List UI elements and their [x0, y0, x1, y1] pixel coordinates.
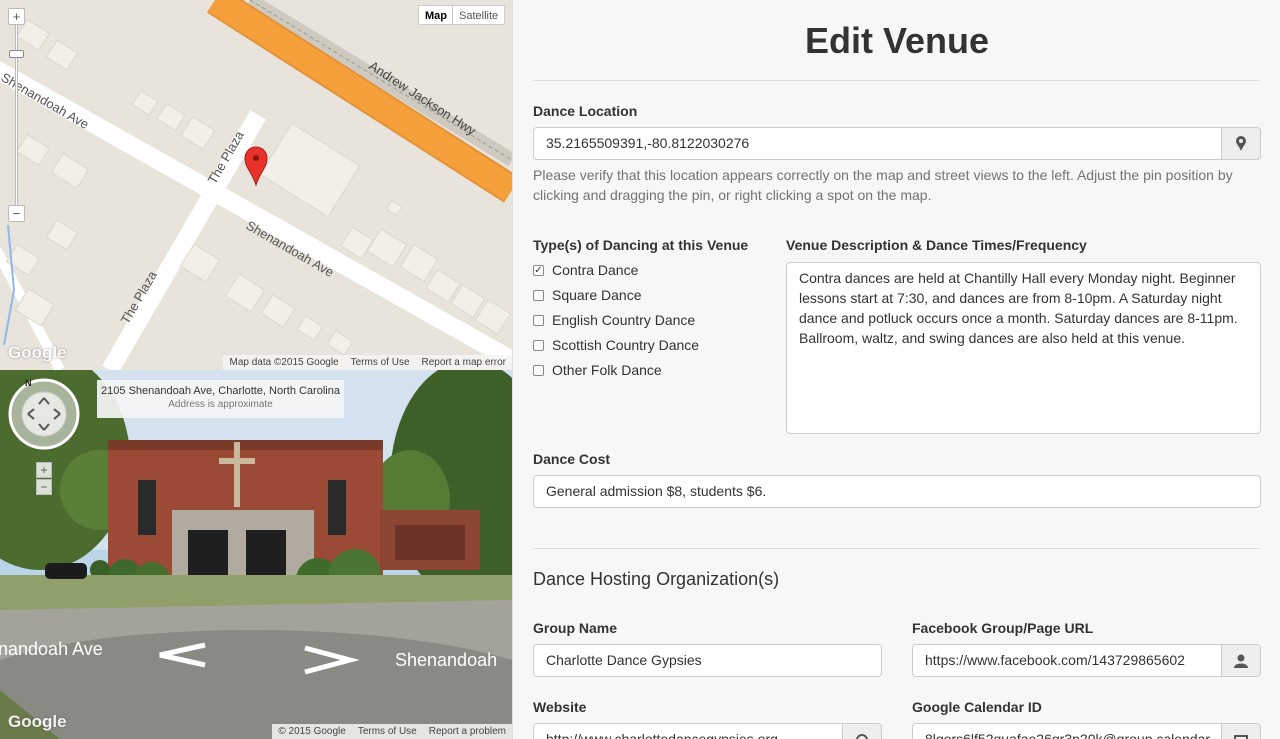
compass-control[interactable]: N	[8, 378, 80, 450]
checkbox-label: Scottish Country Dance	[552, 337, 700, 353]
facebook-input[interactable]: https://www.facebook.com/143729865602	[912, 644, 1223, 677]
terms-link[interactable]: Terms of Use	[351, 357, 410, 368]
website-input[interactable]: http://www.charlottedancegypsies.org	[533, 723, 844, 739]
location-label: Dance Location	[533, 103, 638, 119]
report-problem-link[interactable]: Report a problem	[429, 726, 506, 737]
map-zoom-out-button[interactable]: −	[8, 205, 25, 222]
calendar-icon	[1234, 734, 1248, 739]
location-help-text: Please verify that this location appears…	[533, 167, 1233, 203]
checkbox-icon[interactable]	[533, 314, 544, 326]
checkbox-icon[interactable]	[533, 364, 544, 376]
street-view-road-label: Shenandoah	[395, 650, 497, 670]
map-type-button[interactable]: Map	[418, 5, 454, 25]
street-view-road-label: nandoah Ave	[0, 639, 103, 659]
location-input[interactable]: 35.2165509391,-80.8122030276	[533, 127, 1223, 160]
checkbox-icon[interactable]: ✓	[533, 264, 544, 276]
checkbox-english-country-dance[interactable]: English Country Dance	[533, 312, 695, 328]
google-logo[interactable]: Google	[8, 712, 67, 732]
sv-zoom-in-button[interactable]: +	[36, 462, 52, 478]
street-view[interactable]: nandoah Ave Shenandoah N + − 2105 Shenan…	[0, 370, 512, 739]
sv-zoom-out-button[interactable]: −	[36, 479, 52, 495]
zoom-slider-handle[interactable]	[9, 50, 24, 58]
checkbox-scottish-country-dance[interactable]: Scottish Country Dance	[533, 337, 699, 353]
website-addon-button[interactable]	[842, 723, 882, 739]
map-view[interactable]: Shenandoah Ave Shenandoah Ave The Plaza …	[0, 0, 512, 370]
website-label: Website	[533, 699, 587, 715]
checkbox-icon[interactable]	[533, 339, 544, 351]
page-title: Edit Venue	[804, 20, 990, 61]
divider	[533, 80, 1260, 81]
address-box: 2105 Shenandoah Ave, Charlotte, North Ca…	[97, 380, 344, 418]
sv-copyright: © 2015 Google	[278, 726, 346, 737]
address-note: Address is approximate	[168, 399, 273, 410]
facebook-addon-button[interactable]	[1221, 644, 1261, 677]
checkbox-label: Other Folk Dance	[552, 362, 662, 378]
compass-north-label: N	[25, 378, 32, 388]
group-name-input[interactable]: Charlotte Dance Gypsies	[533, 644, 882, 677]
cost-label: Dance Cost	[533, 451, 611, 467]
user-icon	[1234, 654, 1248, 668]
map-footer: Map data ©2015 Google Terms of Use Repor…	[223, 355, 512, 370]
sv-footer: © 2015 Google Terms of Use Report a prob…	[272, 724, 512, 739]
description-label: Venue Description & Dance Times/Frequenc…	[786, 237, 1087, 253]
report-error-link[interactable]: Report a map error	[422, 357, 506, 368]
checkbox-label: Contra Dance	[552, 262, 639, 278]
facebook-label: Facebook Group/Page URL	[912, 620, 1094, 636]
description-textarea[interactable]: Contra dances are held at Chantilly Hall…	[786, 262, 1261, 434]
terms-link[interactable]: Terms of Use	[358, 726, 417, 737]
cost-input[interactable]: General admission $8, students $6.	[533, 475, 1261, 508]
gcal-addon-button[interactable]	[1221, 723, 1261, 739]
map-marker-icon	[1236, 135, 1246, 151]
checkbox-icon[interactable]	[533, 289, 544, 301]
map-zoom-in-button[interactable]: +	[8, 8, 25, 25]
checkbox-contra-dance[interactable]: ✓ Contra Dance	[533, 262, 638, 278]
address-text: 2105 Shenandoah Ave, Charlotte, North Ca…	[101, 385, 340, 397]
map-canvas[interactable]: Shenandoah Ave Shenandoah Ave The Plaza …	[0, 0, 512, 370]
group-name-label: Group Name	[533, 620, 618, 636]
edit-venue-form: Edit Venue Dance Location 35.2165509391,…	[512, 0, 1280, 739]
divider	[533, 548, 1260, 549]
zoom-slider-track[interactable]	[15, 18, 18, 213]
left-panel: Shenandoah Ave Shenandoah Ave The Plaza …	[0, 0, 512, 739]
org-heading: Dance Hosting Organization(s)	[533, 569, 780, 589]
checkbox-other-folk-dance[interactable]: Other Folk Dance	[533, 362, 662, 378]
locate-button[interactable]	[1221, 127, 1261, 160]
google-logo[interactable]: Google	[8, 343, 67, 363]
satellite-type-button[interactable]: Satellite	[452, 5, 506, 25]
map-zoom-control: + −	[8, 8, 25, 223]
checkbox-label: Square Dance	[552, 287, 642, 303]
checkbox-square-dance[interactable]: Square Dance	[533, 287, 642, 303]
gcal-label: Google Calendar ID	[912, 699, 1042, 715]
map-data-credit: Map data ©2015 Google	[229, 357, 339, 368]
gcal-input[interactable]: 8lqors6lf52quafae26gr3p20k@group.calenda…	[912, 723, 1223, 739]
link-icon	[856, 733, 868, 739]
types-label: Type(s) of Dancing at this Venue	[533, 237, 749, 253]
checkbox-label: English Country Dance	[552, 312, 696, 328]
